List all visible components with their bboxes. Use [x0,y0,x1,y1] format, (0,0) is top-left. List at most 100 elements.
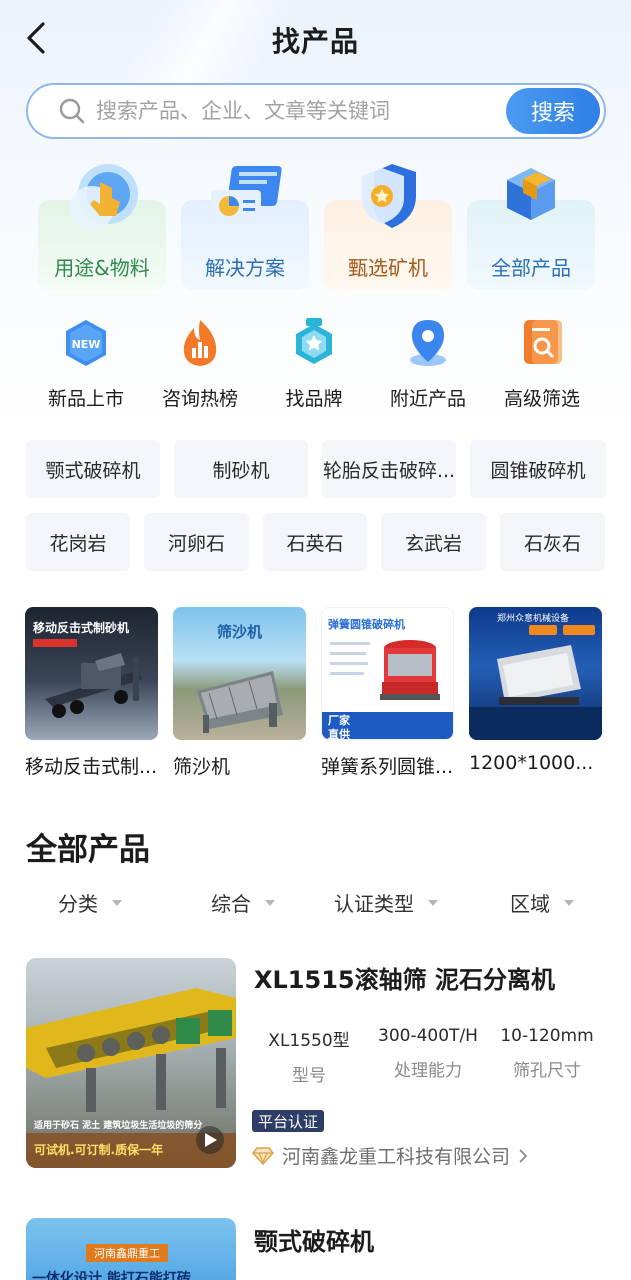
spec-label: 处理能力 [394,1061,462,1081]
quick-link-advanced-filter[interactable]: 高级筛选 [486,318,598,413]
product-image: 适用于砂石 泥土 建筑垃圾生活垃圾的筛分 可试机.可订制.质保一年 [26,958,236,1168]
location-pin-icon [410,320,446,366]
header: 找产品 [0,0,631,78]
quick-link-new[interactable]: NEW 新品上市 [30,318,142,413]
featured-product[interactable]: 弹簧圆锥破碎机 厂家 直供 弹簧系列圆锥... [321,607,454,779]
product-image: 筛沙机 [173,607,306,740]
filter-label: 综合 [211,892,251,916]
spec-aperture: 10-120mm 筛孔尺寸 [488,1026,606,1081]
filter-sort[interactable]: 综合 [211,888,275,917]
spec-value: 10-120mm [500,1026,594,1046]
quick-link-brand[interactable]: 找品牌 [258,318,370,413]
chip-cone-crusher[interactable]: 圆锥破碎机 [470,440,606,498]
featured-caption: 1200*1000... [469,752,594,774]
section-title: 全部产品 [26,832,150,868]
chip-basalt[interactable]: 玄武岩 [381,513,486,571]
product-image: 移动反击式制砂机 [25,607,158,740]
chip-granite[interactable]: 花岗岩 [26,513,130,571]
hot-chart-icon [183,320,217,366]
search-input[interactable] [96,99,506,123]
quick-link-hot[interactable]: 咨询热榜 [144,318,256,413]
image-caption: 适用于砂石 泥土 建筑垃圾生活垃圾的筛分 [34,1121,203,1131]
cube-blocks-icon [507,168,555,220]
spec-value: 300-400T/H [378,1026,478,1046]
svg-text:NEW: NEW [72,338,101,351]
search-icon [59,98,85,124]
product-card[interactable]: 河南鑫鼎重工 一体化设计 能打石能打砖 颚式破碎机 [26,1218,606,1280]
chevron-right-icon [519,1148,528,1163]
filter-search-icon [524,320,562,364]
spec-value: XL1550型 [268,1031,350,1051]
filter-region[interactable]: 区域 [510,888,574,917]
sand-screen-illustration [197,671,283,733]
quick-link-label: 咨询热榜 [161,388,238,410]
filter-label: 认证类型 [334,892,414,916]
featured-product[interactable]: 筛沙机 筛沙机 [173,607,306,779]
product-name: XL1515滚轴筛 泥石分离机 [254,966,555,994]
quick-link-label: 新品上市 [47,388,124,410]
spec-model: XL1550型 型号 [250,1026,368,1086]
image-caption: 可试机.可订制.质保一年 [34,1143,164,1157]
category-usage-material[interactable]: 用途&物料 [38,160,166,290]
spec-label: 型号 [292,1066,326,1086]
search-button[interactable]: 搜索 [506,88,600,134]
product-name: 颚式破碎机 [254,1228,374,1256]
chip-river-pebble[interactable]: 河卵石 [144,513,249,571]
chip-sand-maker[interactable]: 制砂机 [174,440,308,498]
featured-caption: 弹簧系列圆锥... [321,756,454,778]
category-selected-machines[interactable]: 甄选矿机 [324,160,452,290]
filter-certification[interactable]: 认证类型 [334,888,438,917]
filter-label: 区域 [510,892,550,916]
category-solutions[interactable]: 解决方案 [181,160,309,290]
quick-link-label: 附近产品 [389,388,466,410]
roller-screen-illustration [26,988,236,1168]
caret-down-icon [112,899,122,906]
hand-touch-icon [70,164,138,230]
caret-down-icon [564,899,574,906]
image-caption: 一体化设计 能打石能打砖 [32,1271,191,1280]
chip-tire-impact-crusher[interactable]: 轮胎反击破碎... [322,440,456,498]
caret-down-icon [428,899,438,906]
new-icon: NEW [66,320,106,366]
certification-badge: 平台认证 [252,1110,325,1132]
company-link[interactable]: 河南鑫龙重工科技有限公司 [252,1142,528,1169]
image-caption: 河南鑫鼎重工 [86,1244,168,1262]
category-label: 甄选矿机 [348,256,428,280]
page-title: 找产品 [271,25,359,58]
quick-link-nearby[interactable]: 附近产品 [372,318,484,413]
featured-product[interactable]: 郑州众意机械设备 1200*1000... [469,607,602,774]
search-bar: 搜索 [26,83,606,139]
category-label: 用途&物料 [54,256,150,280]
quick-link-label: 找品牌 [285,388,343,410]
category-label: 全部产品 [491,256,571,280]
chip-limestone[interactable]: 石灰石 [500,513,605,571]
category-row: 用途&物料 解决方案 甄选矿机 全部产品 [38,160,598,290]
impact-crusher-illustration [469,625,602,740]
spec-label: 筛孔尺寸 [513,1061,581,1081]
page: 找产品 搜索 用途&物料 [0,0,631,1280]
featured-caption: 筛沙机 [173,756,231,778]
quick-links: NEW 新品上市 咨询热榜 找品牌 附近产品 高级筛选 [30,318,600,413]
filter-label: 分类 [58,892,98,916]
mobile-crusher-illustration [45,653,143,718]
brand-star-icon [296,318,332,364]
featured-product[interactable]: 移动反击式制砂机 移动反击式制... [25,607,158,779]
spec-capacity: 300-400T/H 处理能力 [369,1026,487,1081]
shield-medal-icon [362,164,416,228]
dashboard-chart-icon [211,166,282,224]
featured-caption: 移动反击式制... [25,756,158,778]
chip-jaw-crusher[interactable]: 颚式破碎机 [26,440,160,498]
product-image: 弹簧圆锥破碎机 厂家 直供 [321,607,454,740]
product-card[interactable]: 适用于砂石 泥土 建筑垃圾生活垃圾的筛分 可试机.可订制.质保一年 XL1515… [26,958,606,1170]
chip-quartz[interactable]: 石英石 [263,513,367,571]
filter-category[interactable]: 分类 [58,888,122,917]
caret-down-icon [265,899,275,906]
badge-tag: 直供 [328,728,350,740]
product-image: 河南鑫鼎重工 一体化设计 能打石能打砖 [26,1218,236,1280]
product-image: 郑州众意机械设备 [469,607,602,740]
diamond-vip-icon [252,1146,274,1165]
category-label: 解决方案 [205,256,285,280]
company-name: 河南鑫龙重工科技有限公司 [282,1146,511,1168]
category-all-products[interactable]: 全部产品 [467,160,595,290]
quick-link-label: 高级筛选 [503,388,580,410]
